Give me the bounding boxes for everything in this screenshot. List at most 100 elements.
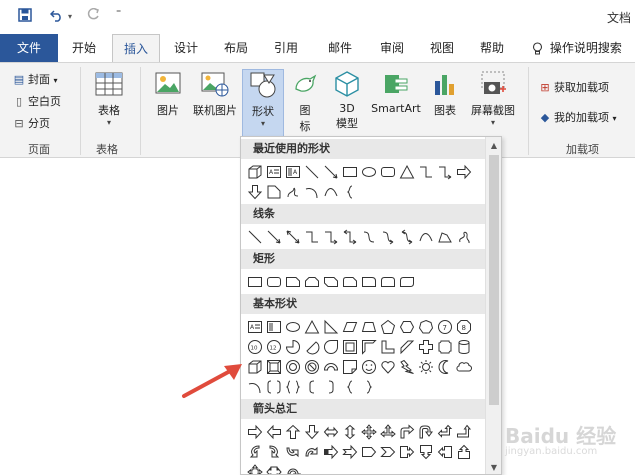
elbow-connector-shape[interactable] [416, 162, 435, 182]
icons-button[interactable]: 图 标 [290, 69, 320, 134]
tab-file[interactable]: 文件 [0, 34, 58, 62]
arc-shape[interactable] [302, 182, 321, 202]
round-single-corner-shape[interactable] [359, 272, 378, 292]
teardrop-shape[interactable] [321, 337, 340, 357]
down-arrow-shape[interactable] [302, 422, 321, 442]
curved-up-arrow-shape[interactable] [283, 442, 302, 462]
save-icon[interactable] [18, 8, 32, 26]
elbow-arrow-shape[interactable] [435, 162, 454, 182]
curved-down-arrow-shape[interactable] [302, 442, 321, 462]
line-shape[interactable] [302, 162, 321, 182]
cube-shape[interactable] [245, 357, 264, 377]
can-shape[interactable] [454, 337, 473, 357]
triangle-shape[interactable] [397, 162, 416, 182]
tab-review[interactable]: 审阅 [370, 34, 414, 62]
blank-page-button[interactable]: ▯ 空白页 [12, 93, 61, 109]
left-right-arrow-shape[interactable] [321, 422, 340, 442]
left-right-arrow-callout-shape[interactable] [264, 462, 283, 474]
oval-shape[interactable] [359, 162, 378, 182]
vertical-textbox-shape[interactable] [264, 317, 283, 337]
octagon-7-shape[interactable]: 7 [435, 317, 454, 337]
snip-rect-shape[interactable] [264, 182, 283, 202]
bent-up-arrow-shape[interactable] [454, 422, 473, 442]
cube-shape[interactable] [245, 162, 264, 182]
double-brace-shape[interactable] [283, 377, 302, 397]
down-arrow-shape[interactable] [245, 182, 264, 202]
decagon-shape[interactable]: 10 [245, 337, 264, 357]
l-shape[interactable] [378, 337, 397, 357]
right-arrow-shape[interactable] [454, 162, 473, 182]
double-bracket-shape[interactable] [264, 377, 283, 397]
pentagon-arrow-shape[interactable] [359, 442, 378, 462]
circular-arrow-shape[interactable] [283, 462, 302, 474]
curved-right-arrow-shape[interactable] [245, 442, 264, 462]
octagon-8-shape[interactable]: 8 [454, 317, 473, 337]
dodecagon-shape[interactable]: 12 [264, 337, 283, 357]
bent-arrow-shape[interactable] [397, 422, 416, 442]
right-arrow-shape[interactable] [245, 422, 264, 442]
tab-design[interactable]: 设计 [164, 34, 208, 62]
smiley-face-shape[interactable] [359, 357, 378, 377]
brace-shape[interactable] [340, 182, 359, 202]
tab-view[interactable]: 视图 [420, 34, 464, 62]
scroll-down-icon[interactable]: ▼ [489, 463, 499, 473]
chord-shape[interactable] [302, 337, 321, 357]
tab-references[interactable]: 引用 [264, 34, 308, 62]
frame-shape[interactable] [340, 337, 359, 357]
page-break-button[interactable]: ⊟ 分页 [12, 115, 50, 131]
screenshot-button[interactable]: 屏幕截图 ▾ [464, 69, 522, 127]
rectangle-shape[interactable] [245, 272, 264, 292]
cover-page-button[interactable]: ▤ 封面 ▾ [12, 71, 58, 87]
cloud-shape[interactable] [454, 357, 473, 377]
pie-shape[interactable] [283, 337, 302, 357]
curved-connector-shape[interactable] [359, 227, 378, 247]
up-down-arrow-shape[interactable] [340, 422, 359, 442]
get-addins-button[interactable]: ⊞ 获取加载项 [538, 79, 609, 95]
left-bracket-shape[interactable] [302, 377, 321, 397]
heart-shape[interactable] [378, 357, 397, 377]
lightning-bolt-shape[interactable] [397, 357, 416, 377]
rounded-rect-shape[interactable] [264, 272, 283, 292]
trapezoid-shape[interactable] [359, 317, 378, 337]
plaque-shape[interactable] [435, 337, 454, 357]
heptagon-shape[interactable] [416, 317, 435, 337]
sun-shape[interactable] [416, 357, 435, 377]
rectangle-shape[interactable] [340, 162, 359, 182]
pentagon-shape[interactable] [378, 317, 397, 337]
right-brace-shape[interactable] [359, 377, 378, 397]
left-right-up-arrow-shape[interactable] [378, 422, 397, 442]
textbox-shape[interactable]: A [245, 317, 264, 337]
up-arrow-shape[interactable] [283, 422, 302, 442]
textbox-shape[interactable]: A [264, 162, 283, 182]
undo-dropdown-icon[interactable]: ▾ [68, 12, 72, 21]
left-arrow-shape[interactable] [264, 422, 283, 442]
table-button[interactable]: 表格 ▾ [88, 69, 130, 127]
parallelogram-shape[interactable] [340, 317, 359, 337]
oval-shape[interactable] [283, 317, 302, 337]
snip-round-shape[interactable] [340, 272, 359, 292]
tab-layout[interactable]: 布局 [214, 34, 258, 62]
tab-mailings[interactable]: 邮件 [318, 34, 362, 62]
curve-shape[interactable] [321, 182, 340, 202]
round-diagonal-shape[interactable] [397, 272, 416, 292]
snip-single-corner-shape[interactable] [283, 272, 302, 292]
redo-icon[interactable] [86, 7, 100, 26]
chart-button[interactable]: 图表 [428, 69, 462, 118]
quad-arrow-shape[interactable] [359, 422, 378, 442]
elbow-double-arrow-shape[interactable] [340, 227, 359, 247]
scribble-shape[interactable] [454, 227, 473, 247]
right-arrow-callout-shape[interactable] [397, 442, 416, 462]
arrow-line-shape[interactable] [264, 227, 283, 247]
arc-shape[interactable] [245, 377, 264, 397]
line-shape[interactable] [245, 227, 264, 247]
elbow-connector-shape[interactable] [302, 227, 321, 247]
tab-insert[interactable]: 插入 [112, 34, 160, 63]
folded-corner-shape[interactable] [340, 357, 359, 377]
tab-home[interactable]: 开始 [62, 34, 106, 62]
triangle-shape[interactable] [302, 317, 321, 337]
up-arrow-callout-shape[interactable] [454, 442, 473, 462]
half-frame-shape[interactable] [359, 337, 378, 357]
elbow-arrow-shape[interactable] [321, 227, 340, 247]
curved-arrow-connector-shape[interactable] [378, 227, 397, 247]
gallery-scrollbar[interactable]: ▲ ▼ [485, 137, 501, 474]
